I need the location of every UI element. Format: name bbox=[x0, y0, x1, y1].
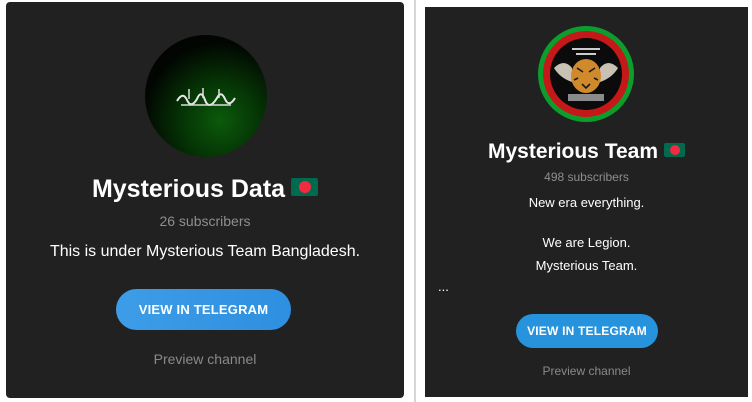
subscriber-count: 498 subscribers bbox=[544, 170, 629, 184]
preview-channel-link[interactable]: Preview channel bbox=[425, 364, 748, 378]
channel-title: Mysterious Data bbox=[6, 175, 404, 204]
bangladesh-flag-icon bbox=[664, 143, 685, 158]
channel-title: Mysterious Team bbox=[425, 140, 748, 164]
black-flag-avatar-icon bbox=[176, 88, 236, 106]
channel-avatar bbox=[145, 35, 267, 157]
channel-card-right: Mysterious Team 498 subscribers New era … bbox=[425, 7, 748, 397]
channel-description-ellipsis: ... bbox=[438, 279, 449, 294]
channel-description-line: Mysterious Team. bbox=[535, 258, 638, 273]
channel-avatar bbox=[538, 26, 634, 122]
channel-description: This is under Mysterious Team Bangladesh… bbox=[49, 243, 361, 260]
divider bbox=[414, 0, 416, 402]
channel-description-line: We are Legion. bbox=[542, 235, 631, 250]
preview-channel-link[interactable]: Preview channel bbox=[6, 351, 404, 367]
bangladesh-flag-icon bbox=[291, 178, 319, 197]
channel-description-line: New era everything. bbox=[528, 195, 645, 210]
view-in-telegram-button[interactable]: VIEW IN TELEGRAM bbox=[116, 289, 291, 330]
view-in-telegram-button[interactable]: VIEW IN TELEGRAM bbox=[516, 314, 658, 348]
channel-card-left: Mysterious Data 26 subscribers This is u… bbox=[6, 2, 404, 398]
subscriber-count: 26 subscribers bbox=[159, 213, 251, 229]
tiger-emblem-avatar-icon bbox=[554, 48, 618, 101]
channel-title-text: Mysterious Data bbox=[91, 175, 286, 203]
channel-title-text: Mysterious Team bbox=[488, 140, 658, 163]
